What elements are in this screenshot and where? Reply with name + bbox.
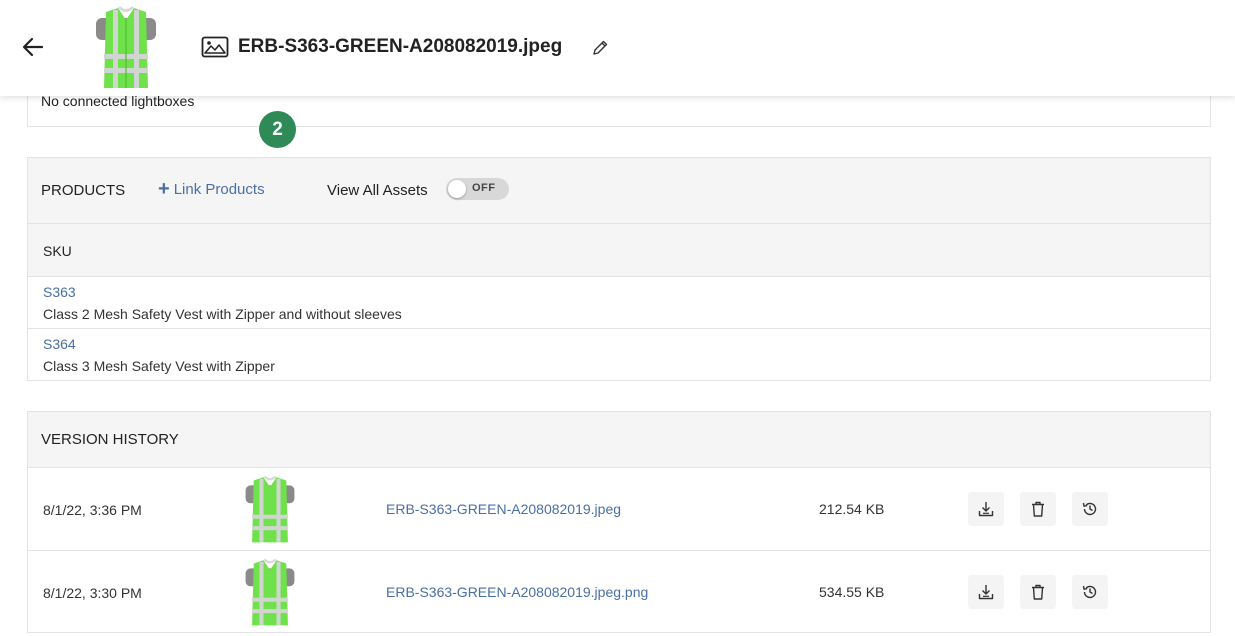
sku-description: Class 3 Mesh Safety Vest with Zipper xyxy=(43,358,275,374)
version-date: 8/1/22, 3:36 PM xyxy=(43,502,142,518)
products-header: PRODUCTS + Link Products View All Assets… xyxy=(28,158,1210,224)
view-all-assets-label: View All Assets xyxy=(327,182,428,199)
plus-icon: + xyxy=(158,178,170,200)
sku-link[interactable]: S363 xyxy=(43,284,76,300)
restore-version-button[interactable] xyxy=(1072,492,1108,526)
product-row: S364 Class 3 Mesh Safety Vest with Zippe… xyxy=(28,329,1210,381)
history-icon xyxy=(1082,502,1097,516)
sku-header-label: SKU xyxy=(43,243,72,259)
trash-icon xyxy=(1032,584,1044,600)
image-icon xyxy=(201,36,229,58)
download-icon xyxy=(978,502,994,517)
link-products-button[interactable]: + Link Products xyxy=(158,178,265,200)
file-title: ERB-S363-GREEN-A208082019.jpeg xyxy=(238,36,563,57)
version-row: 8/1/22, 3:36 PM ERB-S363-GREEN-A20808201… xyxy=(28,468,1210,551)
view-all-assets-toggle[interactable]: OFF xyxy=(446,178,509,200)
sku-link[interactable]: S364 xyxy=(43,336,76,352)
sku-description: Class 2 Mesh Safety Vest with Zipper and… xyxy=(43,306,402,322)
toggle-state-text: OFF xyxy=(472,182,496,194)
asset-header: ERB-S363-GREEN-A208082019.jpeg xyxy=(0,0,1235,96)
version-row: 8/1/22, 3:30 PM ERB-S363-GREEN-A20808201… xyxy=(28,551,1210,634)
back-arrow-icon[interactable] xyxy=(20,34,46,60)
link-products-label: Link Products xyxy=(173,181,265,198)
download-icon xyxy=(978,585,994,600)
delete-button[interactable] xyxy=(1020,492,1056,526)
pencil-icon[interactable] xyxy=(591,39,609,57)
version-size: 212.54 KB xyxy=(819,501,885,517)
product-row: S363 Class 2 Mesh Safety Vest with Zippe… xyxy=(28,277,1210,329)
version-history-panel: VERSION HISTORY 8/1/22, 3:36 PM ERB-S363… xyxy=(27,411,1211,633)
history-icon xyxy=(1082,585,1097,599)
version-date: 8/1/22, 3:30 PM xyxy=(43,585,142,601)
version-history-header: VERSION HISTORY xyxy=(28,412,1210,468)
download-button[interactable] xyxy=(968,492,1004,526)
products-title: PRODUCTS xyxy=(41,182,126,199)
delete-button[interactable] xyxy=(1020,575,1056,609)
sku-column-header: SKU xyxy=(28,224,1210,277)
products-panel: PRODUCTS + Link Products View All Assets… xyxy=(27,157,1211,381)
step-badge: 2 xyxy=(259,111,296,148)
version-size: 534.55 KB xyxy=(819,584,885,600)
version-history-title: VERSION HISTORY xyxy=(41,431,179,448)
version-filename-link[interactable]: ERB-S363-GREEN-A208082019.jpeg.png xyxy=(386,584,648,600)
version-filename-link[interactable]: ERB-S363-GREEN-A208082019.jpeg xyxy=(386,501,621,517)
restore-version-button[interactable] xyxy=(1072,575,1108,609)
version-thumbnail xyxy=(245,475,295,543)
trash-icon xyxy=(1032,501,1044,517)
asset-thumbnail xyxy=(96,6,156,88)
toggle-knob xyxy=(448,180,466,198)
download-button[interactable] xyxy=(968,575,1004,609)
version-thumbnail xyxy=(245,558,295,626)
